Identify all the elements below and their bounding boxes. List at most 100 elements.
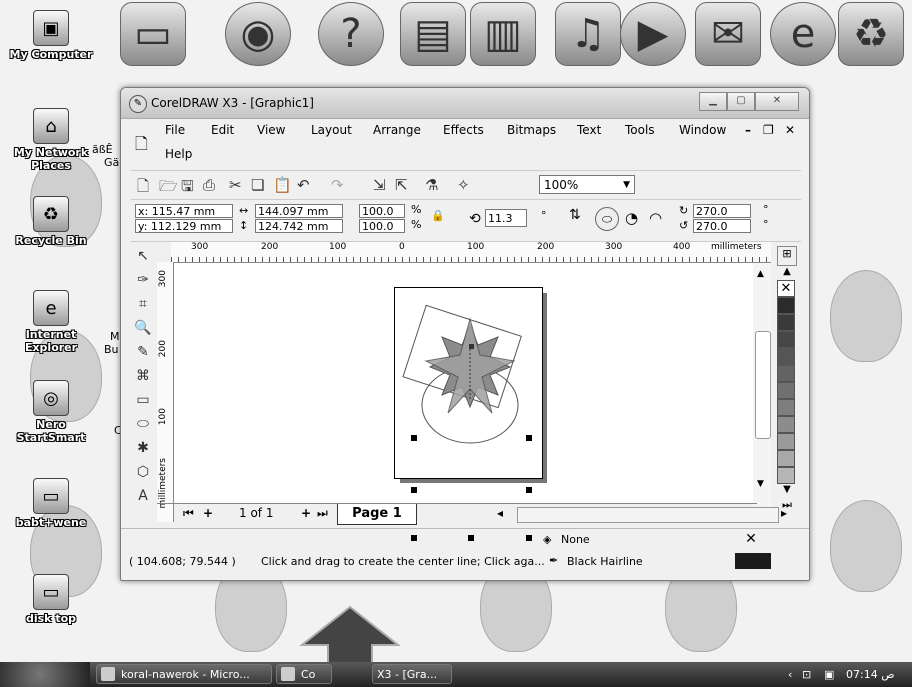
- menu-effects[interactable]: Effects: [443, 123, 484, 137]
- doc-restore-icon[interactable]: ❐: [763, 123, 774, 137]
- desktop-icon-folder[interactable]: ▭ babt+wene: [4, 478, 98, 529]
- crop-tool-icon[interactable]: ⌗: [133, 296, 153, 314]
- scroll-left-icon[interactable]: ◂: [497, 506, 503, 520]
- no-fill-swatch[interactable]: ✕: [777, 280, 795, 297]
- desktop-icon-recycle-bin[interactable]: ♻ Recycle Bin: [4, 196, 98, 247]
- doc-close-icon[interactable]: ✕: [785, 123, 795, 137]
- palette-scroll-up-icon[interactable]: ▲: [777, 266, 797, 280]
- color-swatch[interactable]: [777, 382, 795, 399]
- scroll-right-icon[interactable]: ▸: [781, 506, 787, 520]
- desktop-icon-folder[interactable]: ▭ disk top: [4, 574, 98, 625]
- menu-edit[interactable]: Edit: [211, 123, 234, 137]
- vertical-ruler[interactable]: 300 200 100 millimeters: [157, 262, 174, 522]
- selection-handle[interactable]: [411, 435, 417, 441]
- smart-fill-tool-icon[interactable]: ⌘: [133, 368, 153, 386]
- tray-arrow-icon[interactable]: ‹: [788, 662, 792, 687]
- mirror-icon[interactable]: ⇅: [569, 207, 581, 223]
- color-swatch[interactable]: [777, 450, 795, 467]
- menu-help[interactable]: Help: [165, 147, 192, 161]
- documents-icon[interactable]: ▤: [400, 2, 466, 66]
- zoom-select[interactable]: 100% ▼: [539, 175, 635, 194]
- horizontal-scrollbar[interactable]: [517, 507, 779, 523]
- desktop-icon-my-computer[interactable]: ▣ My Computer: [4, 10, 98, 61]
- minimize-button[interactable]: ▁: [699, 92, 727, 111]
- palette-menu-icon[interactable]: ⊞: [777, 246, 797, 266]
- start-angle-field[interactable]: 270.0: [693, 204, 751, 218]
- shape-tool-icon[interactable]: ✑: [133, 272, 153, 290]
- save-icon[interactable]: 🖫: [181, 176, 194, 201]
- menu-tools[interactable]: Tools: [625, 123, 655, 137]
- maximize-button[interactable]: ▢: [727, 92, 755, 111]
- height-field[interactable]: 124.742 mm: [255, 219, 343, 233]
- selection-handle[interactable]: [526, 435, 532, 441]
- color-swatch[interactable]: [777, 314, 795, 331]
- menu-arrange[interactable]: Arrange: [373, 123, 421, 137]
- palette-scroll-down-icon[interactable]: ▼: [777, 484, 797, 498]
- scroll-up-icon[interactable]: ▲: [757, 269, 764, 279]
- ie-icon[interactable]: e: [770, 2, 836, 66]
- import-icon[interactable]: ⇲: [373, 176, 386, 194]
- close-button[interactable]: ✕: [755, 92, 799, 111]
- menu-text[interactable]: Text: [577, 123, 601, 137]
- desktop-icon-network[interactable]: ⌂ My Network Places: [4, 108, 98, 172]
- tab-page-1[interactable]: Page 1: [337, 504, 417, 525]
- color-swatch[interactable]: [777, 297, 795, 314]
- pick-tool-icon[interactable]: ↖: [133, 248, 153, 266]
- selection-handle[interactable]: [411, 487, 417, 493]
- taskbar-item-coreldraw-cont[interactable]: X3 - [Gra...: [372, 664, 452, 684]
- mail-icon[interactable]: ✉: [695, 2, 761, 66]
- menu-view[interactable]: View: [257, 123, 285, 137]
- print-icon[interactable]: ⎙: [203, 176, 215, 194]
- desktop-icon-nero[interactable]: ◎ Nero StartSmart: [4, 380, 98, 444]
- vertical-scrollbar[interactable]: ▲ ▼: [753, 263, 771, 508]
- menu-window[interactable]: Window: [679, 123, 726, 137]
- selection-handle[interactable]: [526, 487, 532, 493]
- basic-shapes-tool-icon[interactable]: ⬡: [133, 464, 153, 482]
- clock[interactable]: 07:14 ص: [846, 662, 895, 687]
- volume-tray-icon[interactable]: ▣: [824, 662, 834, 687]
- cut-icon[interactable]: ✂: [229, 176, 242, 194]
- drawing-canvas[interactable]: [174, 263, 766, 541]
- first-page-icon[interactable]: ⏮: [183, 506, 194, 521]
- color-swatch[interactable]: [777, 348, 795, 365]
- scroll-down-icon[interactable]: ▼: [757, 479, 764, 489]
- x-position-field[interactable]: x: 115.47 mm: [135, 204, 233, 218]
- media-player-icon[interactable]: ▶: [620, 2, 686, 66]
- color-swatch[interactable]: [777, 433, 795, 450]
- outline-color-swatch[interactable]: [735, 553, 771, 569]
- add-page-before-icon[interactable]: +: [203, 506, 213, 520]
- menu-file[interactable]: File: [165, 123, 185, 137]
- folder-icon[interactable]: ▥: [470, 2, 536, 66]
- help-icon[interactable]: ?: [318, 2, 384, 66]
- rotation-center-marker[interactable]: [469, 344, 474, 349]
- network-tray-icon[interactable]: ⊡: [802, 662, 811, 687]
- polygon-tool-icon[interactable]: ✱: [133, 440, 153, 458]
- arc-icon[interactable]: ◠: [649, 209, 662, 227]
- end-angle-field[interactable]: 270.0: [693, 219, 751, 233]
- application-launcher-icon[interactable]: ⚗: [425, 176, 438, 194]
- open-icon[interactable]: 🗁: [159, 176, 178, 201]
- color-swatch[interactable]: [777, 331, 795, 348]
- coreldraw-window[interactable]: ✎ CorelDRAW X3 - [Graphic1] ▁ ▢ ✕ 🗋 File…: [120, 87, 810, 581]
- drawing-objects[interactable]: [394, 287, 544, 477]
- scale-x-field[interactable]: 100.0: [359, 204, 405, 218]
- music-icon[interactable]: ♫: [555, 2, 621, 66]
- lock-ratio-icon[interactable]: 🔒: [431, 209, 445, 222]
- export-icon[interactable]: ⇱: [395, 176, 408, 194]
- desktop-icon-ie[interactable]: e Internet Explorer: [4, 290, 98, 354]
- freehand-tool-icon[interactable]: ✎: [133, 344, 153, 362]
- scale-y-field[interactable]: 100.0: [359, 219, 405, 233]
- taskbar-item-word[interactable]: koral-nawerok - Micro...: [96, 664, 272, 684]
- start-button[interactable]: [0, 662, 90, 687]
- rectangle-tool-icon[interactable]: ▭: [133, 392, 153, 410]
- color-swatch[interactable]: [777, 399, 795, 416]
- camera-icon[interactable]: ◉: [225, 2, 291, 66]
- color-swatch[interactable]: [777, 467, 795, 484]
- redo-icon[interactable]: ↷: [331, 176, 344, 194]
- no-fill-indicator-icon[interactable]: ✕: [735, 531, 767, 547]
- zoom-tool-icon[interactable]: 🔍: [133, 320, 153, 338]
- menu-bitmaps[interactable]: Bitmaps: [507, 123, 556, 137]
- monitor-icon[interactable]: ▭: [120, 2, 186, 66]
- taskbar-item-coreldraw[interactable]: Co: [276, 664, 332, 684]
- color-swatch[interactable]: [777, 416, 795, 433]
